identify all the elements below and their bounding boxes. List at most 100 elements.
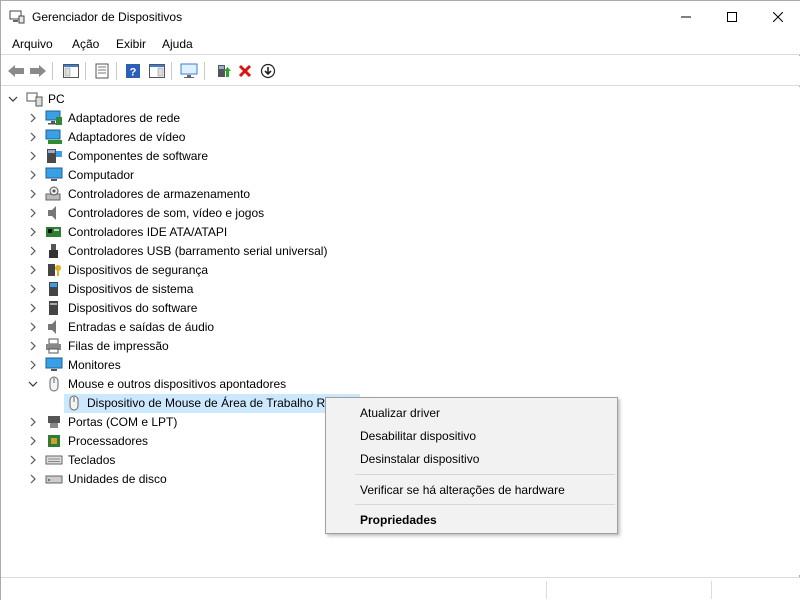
- title-bar: Gerenciador de Dispositivos: [1, 1, 800, 33]
- download-driver-button[interactable]: [258, 61, 278, 81]
- computer-icon: [26, 91, 44, 107]
- chevron-down-icon[interactable]: [7, 92, 19, 106]
- chevron-right-icon[interactable]: [27, 168, 39, 182]
- status-bar: [1, 577, 800, 600]
- chevron-right-icon[interactable]: [27, 263, 39, 277]
- tree-item-label: Adaptadores de rede: [68, 111, 181, 125]
- chevron-right-icon[interactable]: [27, 225, 39, 239]
- ctx-scan-hardware[interactable]: Verificar se há alterações de hardware: [360, 483, 565, 497]
- security-icon: [45, 262, 63, 278]
- tree-root-pc[interactable]: PC: [1, 90, 800, 109]
- properties-toolbar-button[interactable]: [92, 61, 112, 81]
- tree-category-item[interactable]: Controladores de som, vídeo e jogos: [1, 204, 800, 223]
- chevron-right-icon[interactable]: [27, 358, 39, 372]
- chevron-right-icon[interactable]: [27, 320, 39, 334]
- show-hide-console-tree-button[interactable]: [61, 61, 81, 81]
- svg-text:?: ?: [130, 67, 137, 79]
- ctx-disable-device[interactable]: Desabilitar dispositivo: [360, 429, 476, 443]
- maximize-button[interactable]: [709, 1, 755, 33]
- uninstall-button[interactable]: [235, 61, 255, 81]
- tree-item-label: Unidades de disco: [68, 472, 167, 486]
- back-arrow-icon: [8, 65, 24, 77]
- system-icon: [45, 281, 63, 297]
- software-component-icon: [45, 148, 63, 164]
- toolbar-separator: [85, 62, 86, 80]
- tree-category-item[interactable]: Adaptadores de rede: [1, 109, 800, 128]
- tree-category-item[interactable]: Adaptadores de vídeo: [1, 128, 800, 147]
- storage-icon: [45, 186, 63, 202]
- chevron-right-icon[interactable]: [27, 206, 39, 220]
- monitor-scan-icon: [180, 63, 198, 78]
- ctx-separator: [355, 474, 615, 475]
- tree-category-item[interactable]: Computador: [1, 166, 800, 185]
- processor-icon: [45, 433, 63, 449]
- tree-category-item[interactable]: Mouse e outros dispositivos apontadores: [1, 375, 800, 394]
- forward-arrow-icon: [30, 65, 46, 77]
- keyboard-icon: [45, 452, 63, 468]
- toolbar: ?: [1, 56, 800, 86]
- chevron-right-icon[interactable]: [27, 453, 39, 467]
- ctx-uninstall-device[interactable]: Desinstalar dispositivo: [360, 452, 479, 466]
- help-button[interactable]: ?: [123, 61, 143, 81]
- close-button[interactable]: [755, 1, 800, 33]
- tree-category-item[interactable]: Monitores: [1, 356, 800, 375]
- forward-button[interactable]: [28, 61, 48, 81]
- download-circle-icon: [260, 63, 276, 79]
- monitor-icon: [45, 357, 63, 373]
- chevron-right-icon[interactable]: [27, 434, 39, 448]
- minimize-icon: [681, 16, 691, 18]
- back-button[interactable]: [6, 61, 26, 81]
- tree-item-label: Processadores: [68, 434, 149, 448]
- tree-item-label: Filas de impressão: [68, 339, 169, 353]
- tree-item-label: Controladores IDE ATA/ATAPI: [68, 225, 228, 239]
- tree-category-item[interactable]: Componentes de software: [1, 147, 800, 166]
- minimize-button[interactable]: [663, 1, 709, 33]
- tree-item-label: PC: [48, 92, 65, 106]
- window-title: Gerenciador de Dispositivos: [32, 10, 183, 24]
- device-manager-window: Gerenciador de Dispositivos Arquivo Ação…: [0, 0, 800, 600]
- action-pane-button[interactable]: [147, 61, 167, 81]
- tree-category-item[interactable]: Entradas e saídas de áudio: [1, 318, 800, 337]
- chevron-right-icon[interactable]: [27, 339, 39, 353]
- chevron-right-icon[interactable]: [27, 244, 39, 258]
- tree-category-item[interactable]: Dispositivos do software: [1, 299, 800, 318]
- tree-item-label: Mouse e outros dispositivos apontadores: [68, 377, 287, 391]
- update-driver-button[interactable]: [213, 61, 233, 81]
- chevron-right-icon[interactable]: [27, 282, 39, 296]
- properties-icon: [95, 63, 109, 79]
- tree-item-label: Componentes de software: [68, 149, 209, 163]
- chevron-right-icon[interactable]: [27, 301, 39, 315]
- chevron-right-icon[interactable]: [27, 130, 39, 144]
- chevron-right-icon[interactable]: [27, 472, 39, 486]
- tree-category-item[interactable]: Dispositivos de sistema: [1, 280, 800, 299]
- tree-category-item[interactable]: Controladores IDE ATA/ATAPI: [1, 223, 800, 242]
- audio-io-icon: [45, 319, 63, 335]
- tree-category-item[interactable]: Filas de impressão: [1, 337, 800, 356]
- ide-icon: [45, 224, 63, 240]
- toolbar-separator: [52, 62, 53, 80]
- menu-ajuda[interactable]: Ajuda: [162, 37, 193, 51]
- context-menu: Atualizar driver Desabilitar dispositivo…: [325, 397, 618, 534]
- close-icon: [773, 12, 783, 22]
- chevron-down-icon[interactable]: [27, 377, 39, 391]
- computer-icon: [45, 167, 63, 183]
- menu-exibir[interactable]: Exibir: [116, 37, 146, 51]
- chevron-right-icon[interactable]: [27, 111, 39, 125]
- toolbar-separator: [204, 62, 205, 80]
- chevron-right-icon[interactable]: [27, 149, 39, 163]
- menu-acao[interactable]: Ação: [72, 37, 99, 51]
- tree-category-item[interactable]: Dispositivos de segurança: [1, 261, 800, 280]
- chevron-right-icon[interactable]: [27, 415, 39, 429]
- tree-item-label: Controladores de armazenamento: [68, 187, 251, 201]
- disk-icon: [45, 471, 63, 487]
- menu-arquivo[interactable]: Arquivo: [12, 37, 53, 51]
- ctx-properties[interactable]: Propriedades: [360, 513, 437, 527]
- tree-item-label: Controladores de som, vídeo e jogos: [68, 206, 265, 220]
- sound-icon: [45, 205, 63, 221]
- chevron-right-icon[interactable]: [27, 187, 39, 201]
- tree-category-item[interactable]: Controladores de armazenamento: [1, 185, 800, 204]
- ctx-update-driver[interactable]: Atualizar driver: [360, 406, 440, 420]
- tree-category-item[interactable]: Controladores USB (barramento serial uni…: [1, 242, 800, 261]
- toolbar-separator: [171, 62, 172, 80]
- scan-hardware-button[interactable]: [179, 61, 199, 81]
